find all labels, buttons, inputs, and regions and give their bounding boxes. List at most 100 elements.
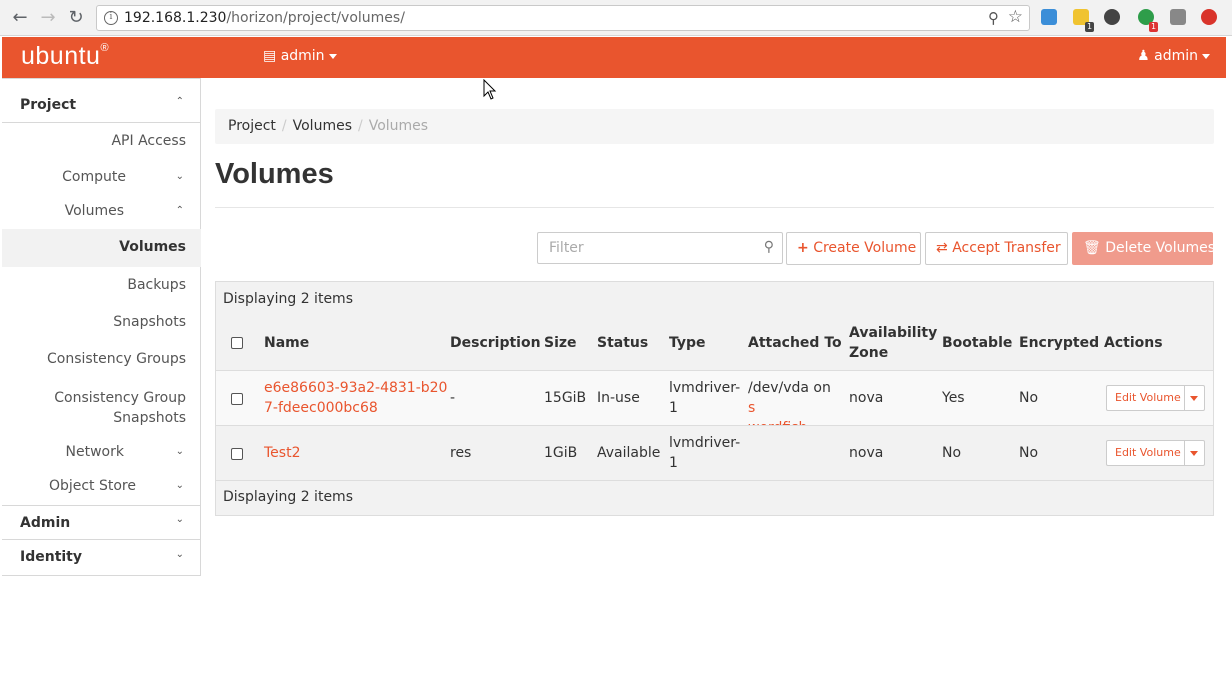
header-encrypted[interactable]: Encrypted (1019, 333, 1099, 353)
sidebar-section-admin[interactable]: Admin (2, 505, 201, 540)
sidebar-item-snapshots[interactable]: Snapshots (113, 314, 186, 330)
delete-volumes-button[interactable]: 🗑 Delete Volumes (1072, 232, 1215, 265)
address-bar[interactable]: i 192.168.1.230/horizon/project/volumes/… (96, 5, 1030, 31)
chevron-down-icon: ⌄ (175, 446, 184, 457)
chevron-up-icon: ⌃ (175, 205, 184, 216)
exchange-icon: ⇄ (936, 240, 948, 256)
sidebar-section-identity[interactable]: Identity (2, 540, 201, 576)
filter-input[interactable]: Filter ⚲ (537, 232, 783, 264)
title-divider (215, 207, 1214, 208)
chevron-down-icon: ⌄ (175, 549, 184, 560)
sidebar-item-volumes-group[interactable]: Volumes (65, 203, 124, 219)
extension-s-icon[interactable] (1041, 9, 1057, 25)
extension-incognito-icon[interactable] (1104, 9, 1120, 25)
user-menu-label: admin (1154, 48, 1198, 64)
volume-type: lvmdriver- 1 (669, 435, 741, 471)
volume-encrypted: No (1019, 390, 1039, 406)
volume-description: res (450, 445, 472, 461)
page-title: Volumes (215, 158, 334, 190)
table-row: Test2 res 1GiB Available lvmdriver- 1 nov… (216, 425, 1213, 480)
actions-dropdown-icon[interactable] (1190, 451, 1198, 456)
url-text: 192.168.1.230/horizon/project/volumes/ (124, 10, 405, 26)
extension-badge: 1 (1149, 22, 1159, 32)
breadcrumb-current: Volumes (368, 118, 429, 134)
volume-size: 15GiB (544, 390, 587, 406)
header-name[interactable]: Name (264, 333, 309, 353)
header-attached-to[interactable]: Attached To (748, 333, 842, 353)
top-navbar: ubuntu® ▤ admin ♟ admin (2, 37, 1226, 78)
volume-description: - (450, 390, 456, 406)
table-summary-bottom: Displaying 2 items (223, 489, 353, 505)
site-info-icon[interactable]: i (104, 11, 118, 25)
header-type[interactable]: Type (669, 333, 706, 353)
project-switcher[interactable]: ▤ admin (263, 48, 337, 64)
volume-type: lvmdriver- 1 (669, 380, 741, 416)
extension-red-icon[interactable] (1201, 9, 1217, 25)
sidebar-item-volumes[interactable]: Volumes (119, 239, 186, 255)
table-summary-top: Displaying 2 items (223, 291, 353, 307)
chevron-up-icon: ⌃ (175, 96, 184, 107)
accept-transfer-button[interactable]: ⇄ Accept Transfer (925, 232, 1068, 265)
search-icon[interactable]: ⚲ (764, 239, 774, 255)
caret-down-icon (1202, 53, 1210, 59)
browser-toolbar: ← → ↻ i 192.168.1.230/horizon/project/vo… (0, 0, 1232, 36)
row-checkbox[interactable] (231, 448, 243, 460)
actions-dropdown-icon[interactable] (1190, 396, 1198, 401)
reload-icon[interactable]: ↻ (64, 6, 88, 30)
row-checkbox[interactable] (231, 393, 243, 405)
chevron-down-icon: ⌄ (175, 514, 184, 525)
select-all-checkbox[interactable] (231, 337, 243, 349)
plus-icon: + (797, 240, 809, 256)
ubuntu-logo[interactable]: ubuntu® (21, 42, 109, 71)
header-availability-zone[interactable]: Availability Zone (849, 323, 937, 363)
header-actions: Actions (1104, 335, 1163, 351)
caret-down-icon (328, 53, 337, 59)
chevron-down-icon: ⌄ (175, 171, 184, 182)
zoom-icon[interactable]: ⚲ (988, 9, 999, 27)
breadcrumb-volumes[interactable]: Volumes (293, 118, 352, 134)
sidebar-item-consistency-groups[interactable]: Consistency Groups (47, 351, 186, 367)
table-footer: Displaying 2 items (216, 480, 1213, 515)
trash-icon: 🗑 (1083, 240, 1101, 256)
sidebar-item-network[interactable]: Network (66, 444, 124, 460)
volume-status: Available (597, 445, 661, 461)
header-bootable[interactable]: Bootable (942, 333, 1012, 353)
table-row: e6e86603-93a2-4831-b20 7-fdeec000bc68 - 1… (216, 370, 1213, 436)
volume-bootable: No (942, 445, 962, 461)
extension-badge: 1 (1085, 22, 1095, 32)
instance-link[interactable]: s (748, 400, 755, 416)
sidebar-item-api-access[interactable]: API Access (111, 133, 186, 149)
volume-status: In-use (597, 390, 640, 406)
volumes-table: Displaying 2 items Name Description Size… (215, 281, 1214, 516)
breadcrumb: Project / Volumes / Volumes (215, 109, 1214, 144)
sidebar: Project ⌃ API Access Compute ⌄ Volumes ⌃… (2, 78, 201, 576)
volume-bootable: Yes (942, 390, 965, 406)
user-icon: ♟ (1137, 48, 1150, 64)
header-size[interactable]: Size (544, 333, 577, 353)
volume-size: 1GiB (544, 445, 578, 461)
volume-name-link[interactable]: Test2 (264, 443, 300, 463)
project-icon: ▤ (263, 48, 277, 64)
volume-zone: nova (849, 390, 884, 406)
edit-volume-button[interactable]: Edit Volume (1106, 440, 1205, 466)
volume-encrypted: No (1019, 445, 1039, 461)
breadcrumb-project[interactable]: Project (228, 118, 276, 134)
edit-volume-button[interactable]: Edit Volume (1106, 385, 1205, 411)
sidebar-item-compute[interactable]: Compute (62, 169, 126, 185)
user-menu[interactable]: ♟ admin (1137, 48, 1210, 64)
chevron-down-icon: ⌄ (175, 480, 184, 491)
sidebar-item-object-store[interactable]: Object Store (49, 478, 136, 494)
sidebar-item-backups[interactable]: Backups (127, 277, 186, 293)
sidebar-section-project[interactable]: Project (2, 78, 201, 123)
sidebar-item-consistency-group-snapshots[interactable]: Consistency Group Snapshots (54, 388, 186, 428)
header-status[interactable]: Status (597, 333, 648, 353)
volume-name-link[interactable]: e6e86603-93a2-4831-b20 7-fdeec000bc68 (264, 378, 447, 418)
volume-zone: nova (849, 445, 884, 461)
header-description[interactable]: Description (450, 333, 541, 353)
extension-gray-icon[interactable] (1170, 9, 1186, 25)
back-icon[interactable]: ← (8, 6, 32, 30)
forward-icon[interactable]: → (36, 6, 60, 30)
create-volume-button[interactable]: + Create Volume (786, 232, 921, 265)
bookmark-star-icon[interactable]: ☆ (1008, 7, 1023, 27)
project-switcher-label: admin (280, 48, 325, 64)
